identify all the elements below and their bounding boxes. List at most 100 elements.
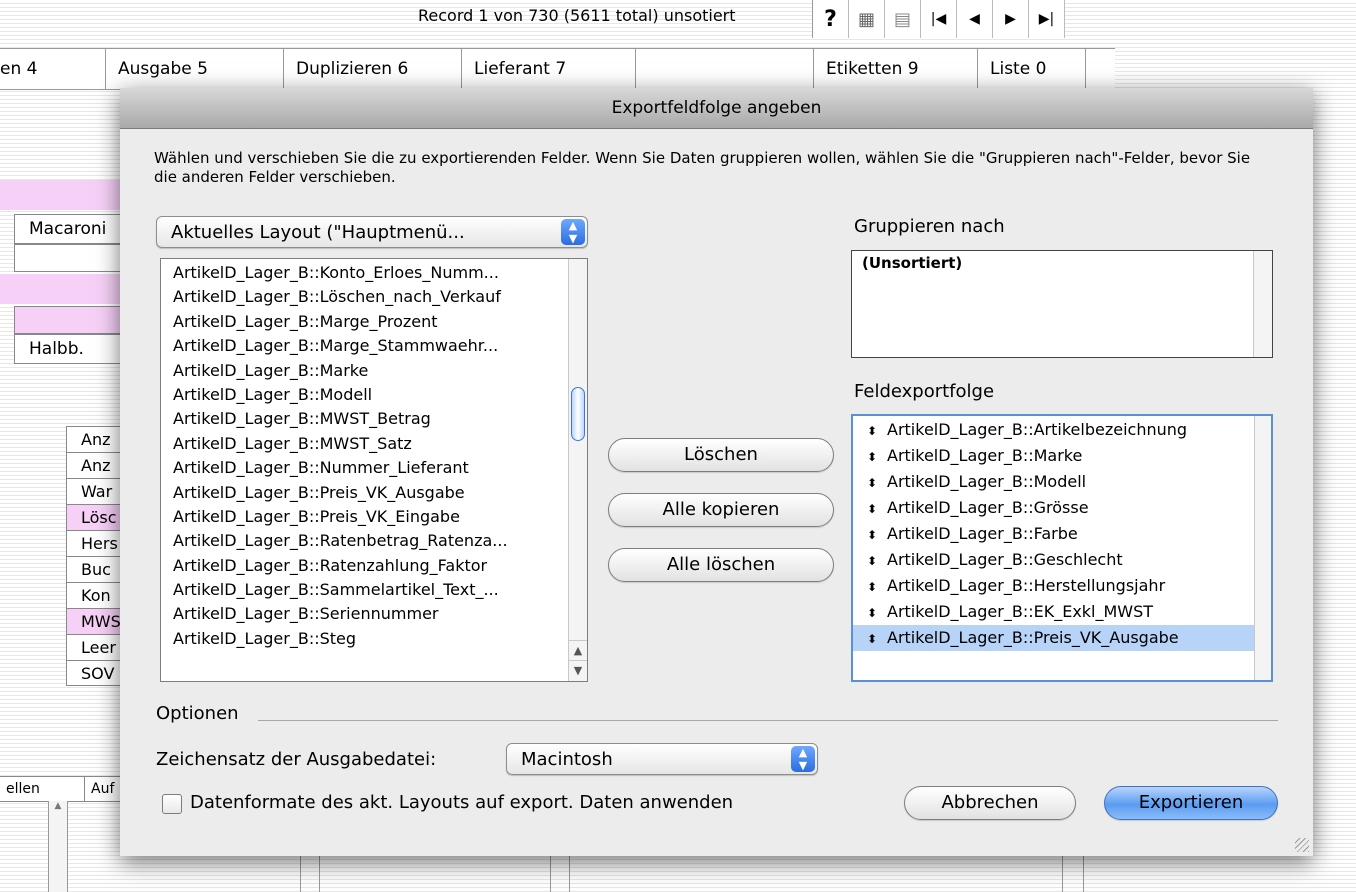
reorder-handle-icon[interactable]: ⬍ [867, 418, 887, 444]
menu-item-etiketten[interactable]: Etiketten 9 [814, 49, 978, 89]
export-field-item-selected[interactable]: ⬍ ArtikelD_Lager_B::Preis_VK_Ausgabe [853, 625, 1271, 651]
reorder-handle-icon[interactable]: ⬍ [867, 496, 887, 522]
source-field-item[interactable]: ArtikelD_Lager_B::Marke [161, 359, 587, 383]
source-field-item[interactable]: ArtikelD_Lager_B::Marge_Stammwaehr... [161, 334, 587, 358]
reorder-handle-icon[interactable]: ⬍ [867, 626, 887, 652]
function-key-bar: en 4 Ausgabe 5 Duplizieren 6 Lieferant 7… [0, 48, 1115, 90]
source-layout-value: Aktuelles Layout ("Hauptmenü... [171, 222, 465, 243]
menu-item-duplizieren[interactable]: Duplizieren 6 [284, 49, 462, 89]
charset-popup[interactable]: Macintosh ▲ ▼ [506, 743, 818, 775]
bg-col-item[interactable]: Lösc [66, 504, 126, 530]
bg-col-item[interactable]: Kon [66, 582, 126, 608]
reorder-handle-icon[interactable]: ⬍ [867, 600, 887, 626]
delete-all-button[interactable]: Alle löschen [608, 548, 834, 582]
charset-label: Zeichensatz der Ausgabedatei: [156, 749, 437, 770]
dialog-instructions: Wählen und verschieben Sie die zu export… [154, 149, 1251, 186]
export-field-item[interactable]: ⬍ ArtikelD_Lager_B::Marke [853, 443, 1271, 469]
export-order-scrollbar[interactable] [1254, 416, 1271, 680]
bg-divider [300, 856, 320, 892]
bg-col-item[interactable]: Buc [66, 556, 126, 582]
source-list-scrollbar[interactable]: ▲ ▼ [568, 259, 587, 681]
source-field-item[interactable]: ArtikelD_Lager_B::Preis_VK_Eingabe [161, 505, 587, 529]
source-field-item[interactable]: ArtikelD_Lager_B::Preis_VK_Ausgabe [161, 481, 587, 505]
export-field-item[interactable]: ⬍ ArtikelD_Lager_B::Grösse [853, 495, 1271, 521]
bg-col-item[interactable]: Anz [66, 452, 126, 478]
found-set-icon[interactable]: ▦ [849, 0, 885, 38]
bg-divider [550, 856, 570, 892]
source-field-item[interactable]: ArtikelD_Lager_B::Ratenzahlung_Faktor [161, 554, 587, 578]
bg-pink-row [0, 274, 120, 304]
cancel-button[interactable]: Abbrechen [904, 786, 1076, 820]
source-field-item[interactable]: ArtikelD_Lager_B::Konto_Erloes_Numm... [161, 261, 587, 285]
options-label: Optionen [156, 703, 239, 724]
source-field-item[interactable]: ArtikelD_Lager_B::Sammelartikel_Text_... [161, 578, 587, 602]
bg-col-item[interactable]: Hers [66, 530, 126, 556]
bg-divider [1062, 856, 1084, 892]
scroll-up-arrow-icon[interactable]: ▲ [569, 640, 587, 661]
source-field-item[interactable]: ArtikelD_Lager_B::MWST_Satz [161, 432, 587, 456]
scroll-down-arrow-icon[interactable]: ▼ [569, 660, 587, 681]
reorder-handle-icon[interactable]: ⬍ [867, 574, 887, 600]
first-record-button[interactable]: |◀ [921, 0, 957, 38]
bg-col-item[interactable]: SOV [66, 660, 126, 686]
help-button[interactable]: ? [813, 0, 849, 38]
export-button[interactable]: Exportieren [1104, 786, 1278, 820]
bg-portal-scrollbar[interactable]: ▲ [48, 801, 68, 892]
reorder-handle-icon[interactable]: ⬍ [867, 444, 887, 470]
source-field-item[interactable]: ArtikelD_Lager_B::MWST_Betrag [161, 407, 587, 431]
bg-pink-row [0, 180, 120, 210]
bg-col-item[interactable]: MWS [66, 608, 126, 634]
source-field-item[interactable]: ArtikelD_Lager_B::Ratenbetrag_Ratenza... [161, 529, 587, 553]
bg-col-item[interactable]: Anz [66, 426, 126, 452]
next-record-button[interactable]: ▶ [993, 0, 1029, 38]
apply-formats-checkbox[interactable] [162, 794, 182, 814]
reorder-handle-icon[interactable]: ⬍ [867, 548, 887, 574]
reorder-handle-icon[interactable]: ⬍ [867, 470, 887, 496]
bg-col-item[interactable]: War [66, 478, 126, 504]
source-field-item[interactable]: ArtikelD_Lager_B::Modell [161, 383, 587, 407]
source-field-item[interactable]: ArtikelD_Lager_B::Steg [161, 627, 587, 651]
source-field-item[interactable]: ArtikelD_Lager_B::Marge_Prozent [161, 310, 587, 334]
menu-item-empty[interactable] [636, 49, 814, 89]
previous-record-button[interactable]: ◀ [957, 0, 993, 38]
menu-item-4[interactable]: en 4 [0, 49, 106, 89]
menu-item-ausgabe[interactable]: Ausgabe 5 [106, 49, 284, 89]
bg-field-halbb[interactable]: Halbb. [14, 334, 124, 364]
export-field-item[interactable]: ⬍ ArtikelD_Lager_B::Farbe [853, 521, 1271, 547]
options-divider [258, 720, 1278, 721]
menu-item-liste[interactable]: Liste 0 [978, 49, 1086, 89]
export-order-list[interactable]: ⬍ ArtikelD_Lager_B::Artikelbezeichnung ⬍ A… [851, 414, 1273, 682]
reorder-handle-icon[interactable]: ⬍ [867, 522, 887, 548]
export-field-item[interactable]: ⬍ ArtikelD_Lager_B::Artikelbezeichnung [853, 417, 1271, 443]
export-field-order-dialog: Exportfeldfolge angeben Wählen und versc… [120, 88, 1313, 856]
copy-all-button[interactable]: Alle kopieren [608, 493, 834, 527]
delete-button[interactable]: Löschen [608, 438, 834, 472]
single-record-icon[interactable]: ▤ [885, 0, 921, 38]
bg-field-column: Anz Anz War Lösc Hers Buc Kon MWS Leer S… [66, 426, 126, 686]
resize-grip-icon[interactable] [1295, 838, 1309, 852]
source-field-item[interactable]: ArtikelD_Lager_B::Löschen_nach_Verkauf [161, 285, 587, 309]
source-layout-popup[interactable]: Aktuelles Layout ("Hauptmenü... ▲ ▼ [156, 216, 588, 248]
export-field-item[interactable]: ⬍ ArtikelD_Lager_B::Geschlecht [853, 547, 1271, 573]
scrollbar-thumb[interactable] [571, 387, 585, 441]
bg-header-auf: Auf [84, 777, 114, 801]
bg-portal-header: ellen Auf [0, 776, 120, 802]
bg-field-empty[interactable] [14, 244, 124, 272]
source-field-item[interactable]: ArtikelD_Lager_B::Nummer_Lieferant [161, 456, 587, 480]
export-field-item[interactable]: ⬍ ArtikelD_Lager_B::EK_Exkl_MWST [853, 599, 1271, 625]
apply-formats-label: Datenformate des akt. Layouts auf export… [190, 792, 734, 813]
group-by-list[interactable]: (Unsortiert) [851, 250, 1273, 358]
export-field-item[interactable]: ⬍ ArtikelD_Lager_B::Herstellungsjahr [853, 573, 1271, 599]
last-record-button[interactable]: ▶| [1029, 0, 1065, 38]
menu-item-lieferant[interactable]: Lieferant 7 [462, 49, 636, 89]
bg-field-pink[interactable] [14, 306, 124, 334]
charset-value: Macintosh [521, 749, 613, 770]
group-by-scrollbar[interactable] [1253, 251, 1272, 357]
group-by-item[interactable]: (Unsortiert) [852, 251, 1272, 275]
record-navigation: ? ▦ ▤ |◀ ◀ ▶ ▶| [812, 0, 1065, 38]
source-field-item[interactable]: ArtikelD_Lager_B::Seriennummer [161, 602, 587, 626]
export-field-item[interactable]: ⬍ ArtikelD_Lager_B::Modell [853, 469, 1271, 495]
source-fields-list[interactable]: ArtikelD_Lager_B::Konto_Erloes_Numm... A… [160, 258, 588, 682]
bg-col-item[interactable]: Leer [66, 634, 126, 660]
bg-field-macaroni[interactable]: Macaroni [14, 214, 124, 244]
